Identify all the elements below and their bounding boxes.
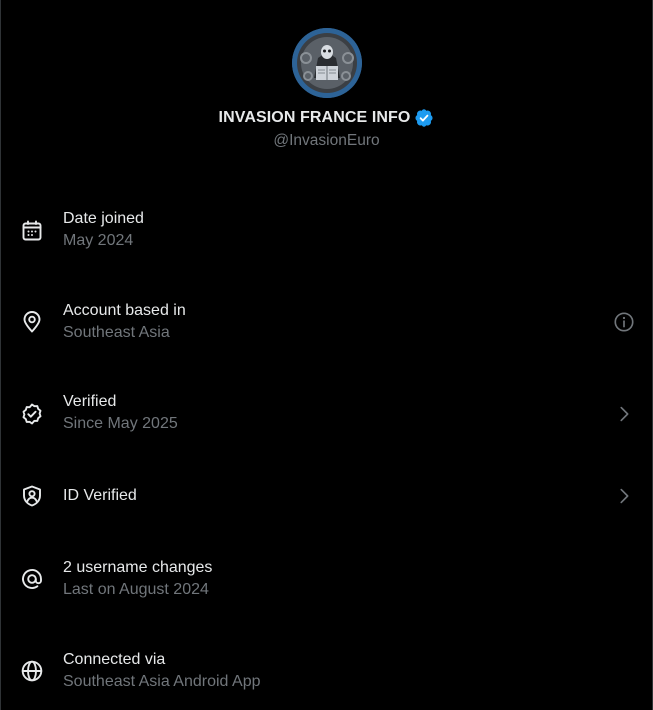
row-title: Account based in — [63, 302, 186, 319]
display-name: INVASION FRANCE INFO — [218, 109, 411, 126]
display-name-row: INVASION FRANCE INFO — [1, 106, 652, 130]
info-row-id-verified[interactable]: ID Verified — [1, 450, 652, 540]
location-pin-icon — [23, 311, 41, 333]
row-subtitle: Since May 2025 — [63, 415, 178, 432]
row-subtitle: Southeast Asia Android App — [63, 673, 261, 690]
calendar-icon — [22, 220, 42, 241]
row-title: Date joined — [63, 210, 144, 227]
user-handle: @InvasionEuro — [273, 132, 380, 149]
row-subtitle: Last on August 2024 — [63, 581, 209, 598]
info-row-account-based-in: Account based in Southeast Asia — [1, 277, 652, 367]
row-subtitle: Southeast Asia — [63, 324, 170, 341]
row-subtitle: May 2024 — [63, 232, 134, 249]
at-sign-icon — [22, 569, 42, 589]
info-icon[interactable] — [613, 311, 635, 333]
info-row-username-changes: 2 username changes Last on August 2024 — [1, 534, 652, 624]
row-title: ID Verified — [63, 487, 137, 504]
row-title: Connected via — [63, 651, 166, 668]
chevron-right-icon[interactable] — [613, 403, 635, 425]
globe-icon — [21, 660, 43, 682]
row-title: Verified — [63, 393, 117, 410]
avatar[interactable] — [292, 28, 362, 98]
verified-badge-icon[interactable] — [414, 108, 434, 128]
id-shield-icon — [23, 485, 41, 507]
row-title: 2 username changes — [63, 559, 213, 576]
avatar-image — [292, 28, 362, 98]
info-row-verified[interactable]: Verified Since May 2025 — [1, 368, 652, 458]
info-row-date-joined: Date joined May 2024 — [1, 185, 652, 275]
about-account-panel: INVASION FRANCE INFO @InvasionEuro Date … — [0, 0, 653, 710]
info-row-connected-via: Connected via Southeast Asia Android App — [1, 626, 652, 710]
chevron-right-icon[interactable] — [613, 485, 635, 507]
verified-check-icon — [22, 403, 42, 425]
profile-header: INVASION FRANCE INFO @InvasionEuro — [1, 0, 652, 170]
